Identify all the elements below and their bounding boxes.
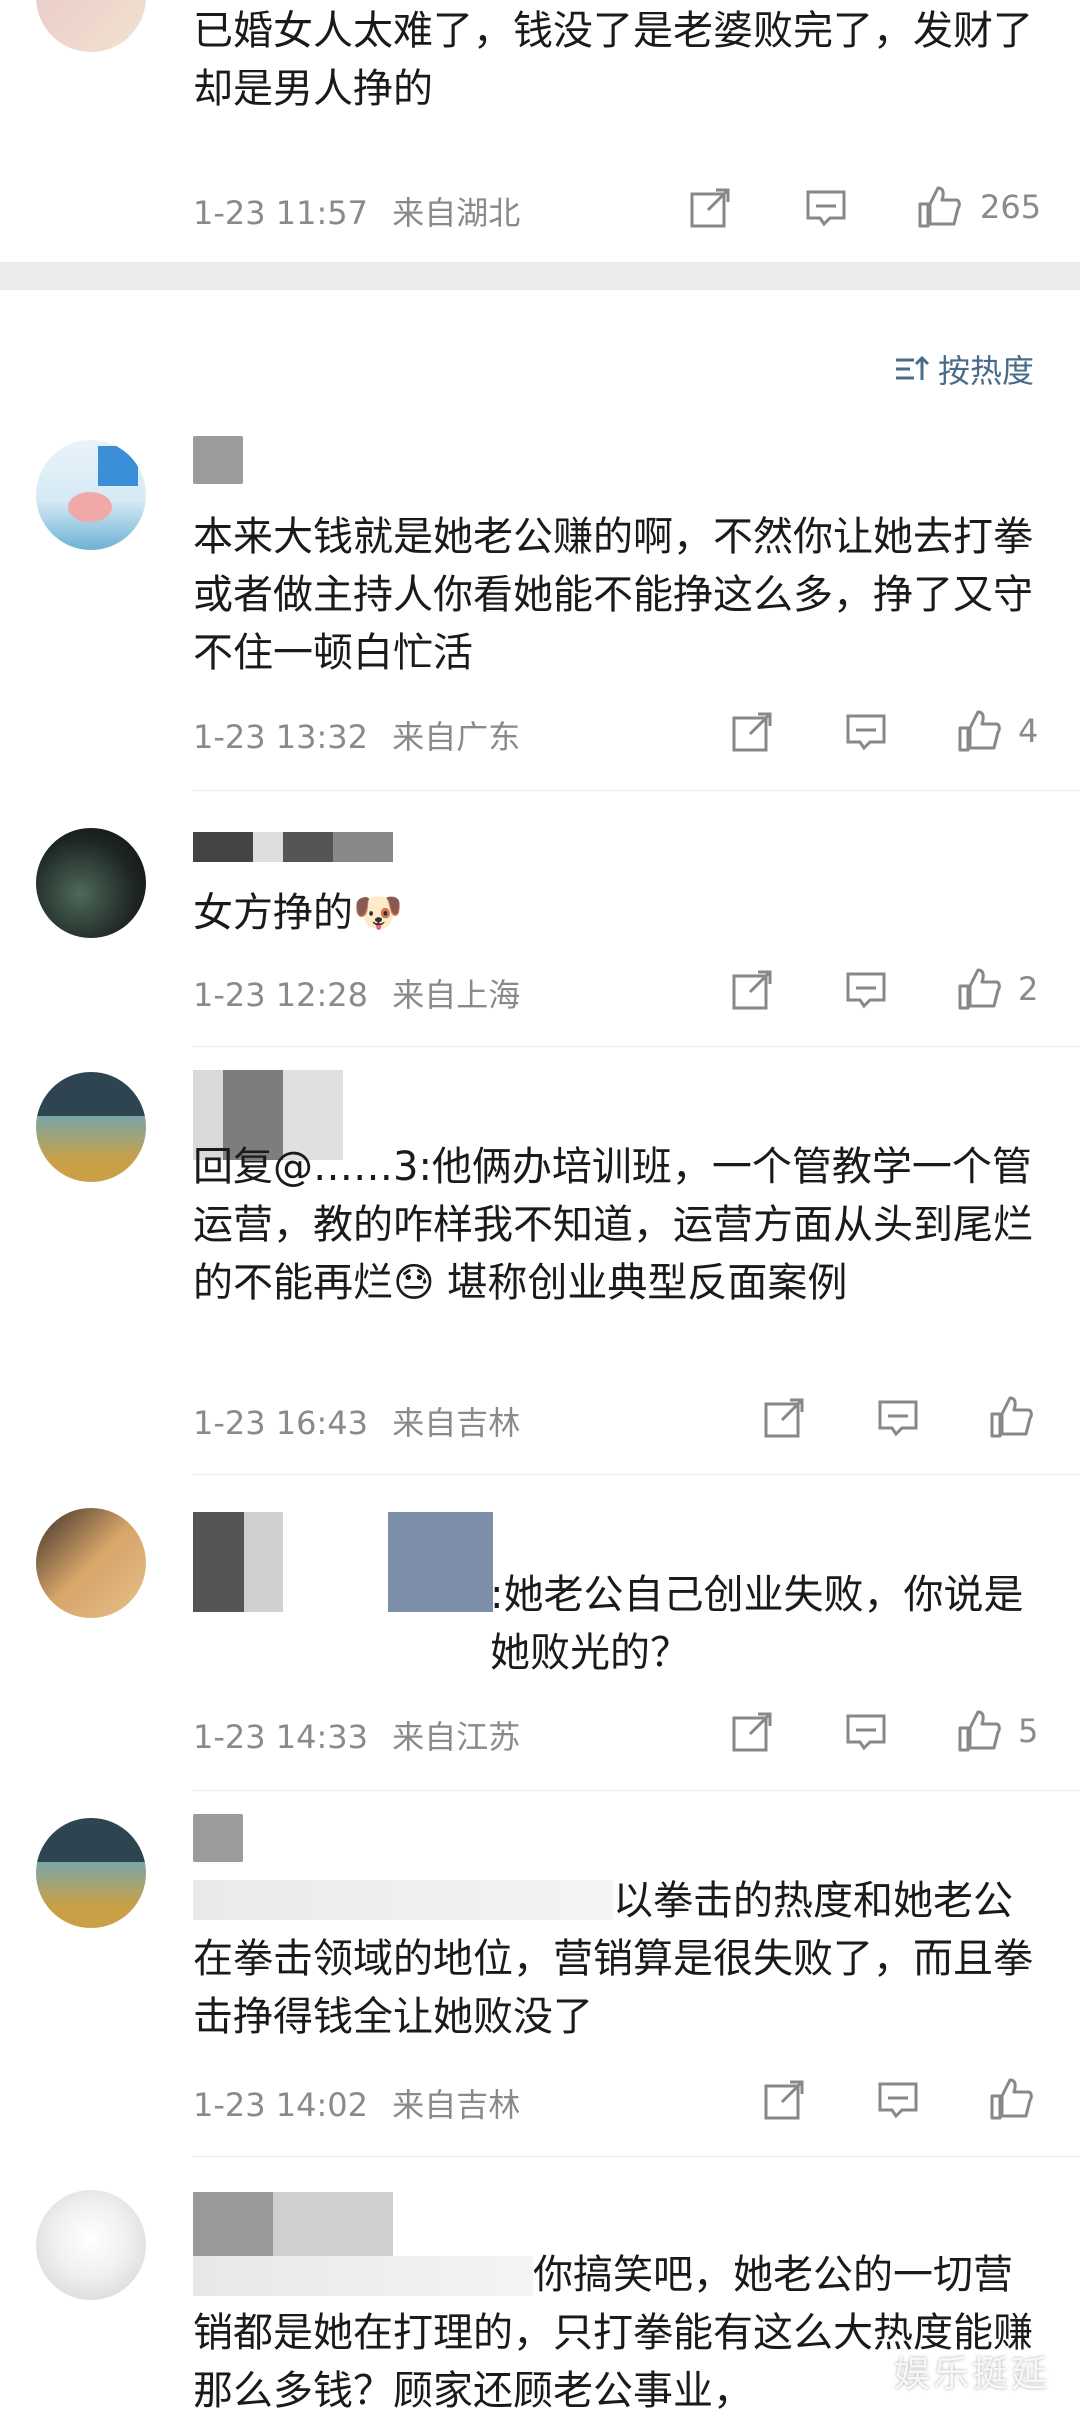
comment-location: 来自吉林 (392, 1404, 521, 1442)
comment-text: 回复@……3:他俩办培训班，一个管教学一个管运营，教的咋样我不知道，运营方面从头… (193, 1144, 1033, 1306)
comment-time: 1-23 11:57 (193, 194, 369, 232)
share-icon[interactable] (762, 1396, 806, 1440)
comment-time: 1-23 12:28 (193, 976, 369, 1014)
comment-time: 1-23 13:32 (193, 718, 369, 756)
section-separator (0, 262, 1080, 290)
comment-meta: 1-23 16:43 来自吉林 (193, 1398, 520, 1444)
comment-meta: 1-23 14:02 来自吉林 (193, 2080, 520, 2126)
username[interactable] (193, 436, 243, 484)
comment-meta: 1-23 12:28 来自上海 (193, 970, 520, 1016)
comment-icon[interactable] (844, 710, 888, 754)
comment-text: 以拳击的热度和她老公在拳击领域的地位，营销算是很失败了，而且拳击挣得钱全让她败没… (193, 1878, 1033, 2040)
avatar[interactable] (36, 1508, 146, 1618)
avatar[interactable] (36, 2190, 146, 2300)
comment-icon[interactable] (844, 968, 888, 1012)
like-icon[interactable] (916, 184, 961, 228)
avatar[interactable] (36, 0, 146, 52)
comment-location: 来自吉林 (392, 2086, 521, 2124)
share-icon[interactable] (762, 2078, 806, 2122)
comment-location: 来自广东 (392, 718, 521, 756)
comment-location: 来自湖北 (392, 194, 521, 232)
like-count: 2 (1018, 970, 1039, 1008)
sort-label: 按热度 (937, 352, 1034, 390)
like-count: 5 (1018, 1712, 1039, 1750)
comment-meta: 1-23 14:33 来自江苏 (193, 1712, 520, 1758)
comment-icon[interactable] (876, 2078, 920, 2122)
like-icon[interactable] (956, 1708, 1001, 1752)
comment-text: 女方挣的🐶 (193, 890, 403, 936)
share-icon[interactable] (688, 186, 732, 230)
share-icon[interactable] (730, 968, 774, 1012)
avatar[interactable] (36, 828, 146, 938)
comment-time: 1-23 14:33 (193, 1718, 369, 1756)
like-icon[interactable] (988, 1394, 1033, 1438)
username[interactable] (193, 832, 393, 862)
divider (193, 2156, 1080, 2157)
share-icon[interactable] (730, 710, 774, 754)
comment-meta: 1-23 11:57 来自湖北 (193, 188, 520, 234)
like-icon[interactable] (956, 708, 1001, 752)
sort-icon (895, 355, 930, 380)
comment-time: 1-23 14:02 (193, 2086, 369, 2124)
comment-icon[interactable] (844, 1710, 888, 1754)
watermark: 娱乐挺延 (893, 2354, 1050, 2395)
like-icon[interactable] (988, 2076, 1033, 2120)
avatar[interactable] (36, 1818, 146, 1928)
avatar[interactable] (36, 440, 146, 550)
comment-text: :她老公自己创业失败，你说是她败光的？ (490, 1572, 1024, 1676)
comment-location: 来自上海 (392, 976, 521, 1014)
share-icon[interactable] (730, 1710, 774, 1754)
like-count: 265 (980, 188, 1042, 226)
comment-icon[interactable] (804, 186, 848, 230)
username[interactable] (193, 1512, 493, 1612)
comment-meta: 1-23 13:32 来自广东 (193, 712, 520, 758)
avatar[interactable] (36, 1072, 146, 1182)
comment-time: 1-23 16:43 (193, 1404, 369, 1442)
comment-location: 来自江苏 (392, 1718, 521, 1756)
sort-button[interactable]: 按热度 (894, 346, 1034, 392)
like-icon[interactable] (956, 966, 1001, 1010)
divider (193, 1046, 1080, 1047)
divider (193, 1474, 1080, 1475)
comment-icon[interactable] (876, 1396, 920, 1440)
top-comment: 已婚女人太难了，钱没了是老婆败完了，发财了却是男人挣的 1-23 11:57 来… (0, 0, 1080, 262)
like-count: 4 (1018, 712, 1039, 750)
divider (193, 790, 1080, 791)
username[interactable] (193, 1814, 243, 1862)
comment-text: 已婚女人太难了，钱没了是老婆败完了，发财了却是男人挣的 (193, 8, 1033, 112)
comment-text: 本来大钱就是她老公赚的啊，不然你让她去打拳或者做主持人你看她能不能挣这么多，挣了… (193, 514, 1033, 676)
divider (193, 1790, 1080, 1791)
